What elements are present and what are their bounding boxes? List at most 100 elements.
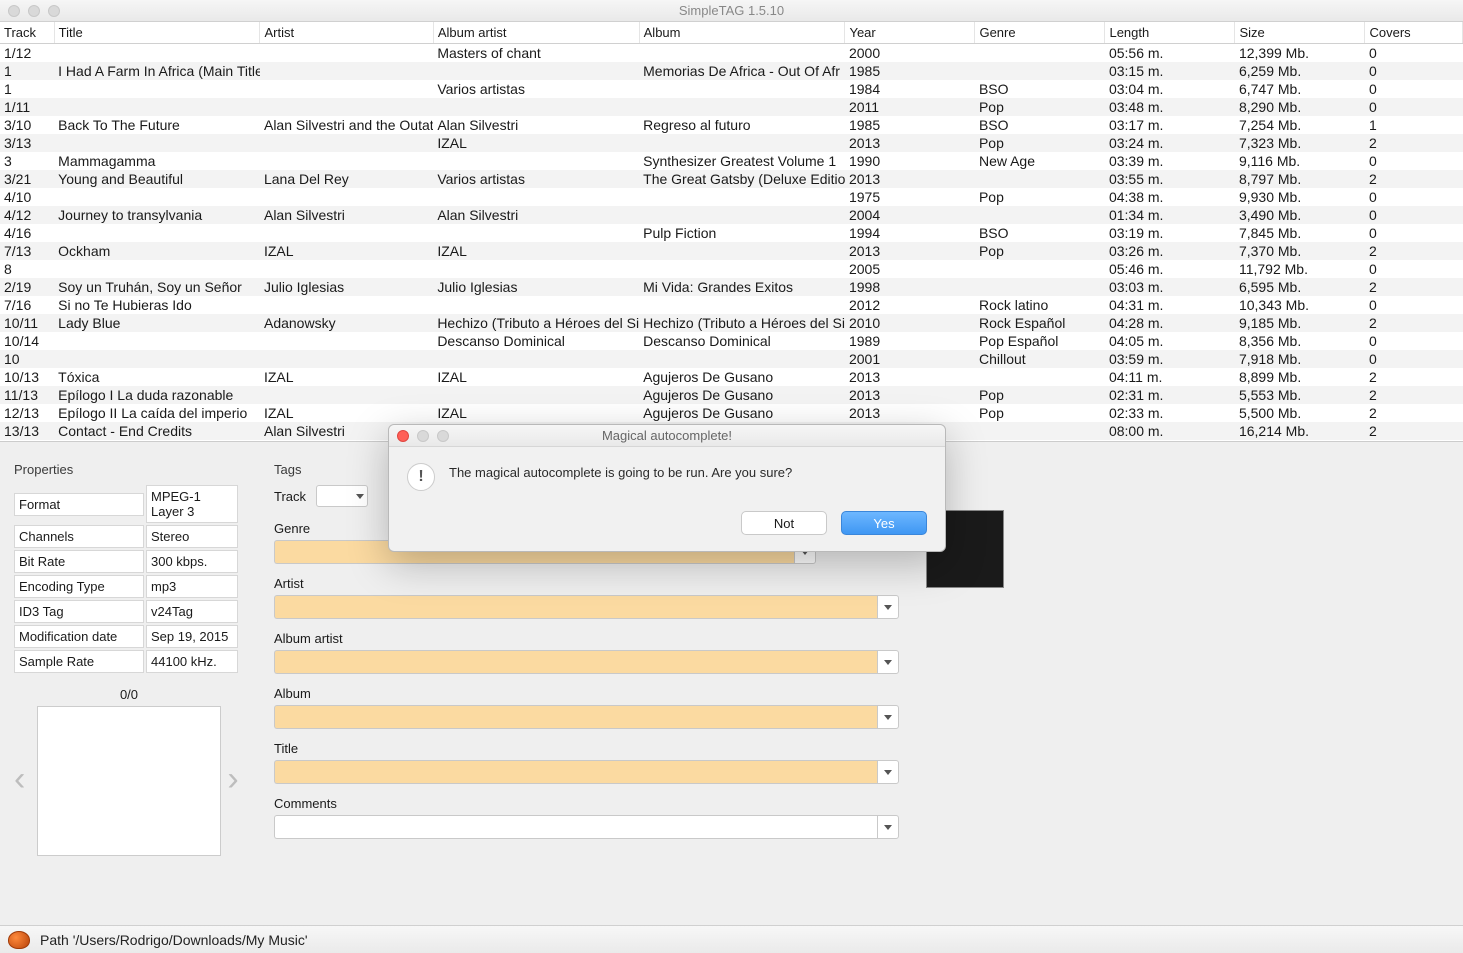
table-cell: 1/11 [0, 98, 54, 116]
chevron-down-icon [884, 660, 892, 665]
table-row[interactable]: 1/112011Pop03:48 m.8,290 Mb.0 [0, 98, 1463, 116]
table-cell [639, 134, 845, 152]
table-cell: 4/10 [0, 188, 54, 206]
table-cell: 11,792 Mb. [1235, 260, 1365, 278]
table-cell: Julio Iglesias [433, 278, 639, 296]
table-cell: 8,797 Mb. [1235, 170, 1365, 188]
table-cell: Ockham [54, 242, 260, 260]
property-key: Format [14, 493, 144, 516]
table-cell [639, 296, 845, 314]
table-row[interactable]: 10/14Descanso DominicalDescanso Dominica… [0, 332, 1463, 350]
table-cell: Regreso al futuro [639, 116, 845, 134]
table-cell: 1975 [845, 188, 975, 206]
album-artist-combo[interactable] [274, 650, 899, 674]
table-cell: 0 [1365, 260, 1463, 278]
table-cell: 9,116 Mb. [1235, 152, 1365, 170]
table-cell: 7/16 [0, 296, 54, 314]
table-cell: 2013 [845, 386, 975, 404]
table-row[interactable]: 3/10Back To The FutureAlan Silvestri and… [0, 116, 1463, 134]
tracks-table[interactable]: TrackTitleArtistAlbum artistAlbumYearGen… [0, 22, 1463, 442]
table-cell [975, 170, 1105, 188]
table-row[interactable]: 4/16Pulp Fiction1994BSO03:19 m.7,845 Mb.… [0, 224, 1463, 242]
table-cell [433, 350, 639, 368]
column-header[interactable]: Album artist [433, 22, 639, 44]
table-cell: 7/13 [0, 242, 54, 260]
table-cell: 2001 [845, 350, 975, 368]
column-header[interactable]: Genre [975, 22, 1105, 44]
table-row[interactable]: 4/12Journey to transylvaniaAlan Silvestr… [0, 206, 1463, 224]
table-cell: 0 [1365, 206, 1463, 224]
table-row[interactable]: 1Varios artistas1984BSO03:04 m.6,747 Mb.… [0, 80, 1463, 98]
table-cell [260, 134, 433, 152]
artwork-counter: 0/0 [14, 687, 244, 702]
table-cell: Pop Español [975, 332, 1105, 350]
table-cell: Epílogo II La caída del imperio [54, 404, 260, 422]
track-combo[interactable] [316, 485, 368, 507]
column-header[interactable]: Length [1105, 22, 1235, 44]
table-cell: Hechizo (Tributo a Héroes del Si [433, 314, 639, 332]
table-row[interactable]: 3MammagammaSynthesizer Greatest Volume 1… [0, 152, 1463, 170]
table-row[interactable]: 10/11Lady BlueAdanowskyHechizo (Tributo … [0, 314, 1463, 332]
album-combo[interactable] [274, 705, 899, 729]
table-cell: 5,553 Mb. [1235, 386, 1365, 404]
property-row: Sample Rate44100 kHz. [14, 650, 244, 673]
table-cell: 8,356 Mb. [1235, 332, 1365, 350]
artwork-box[interactable] [37, 706, 222, 856]
table-row[interactable]: 7/13OckhamIZALIZAL2013Pop03:26 m.7,370 M… [0, 242, 1463, 260]
chevron-down-icon [884, 770, 892, 775]
not-button[interactable]: Not [741, 511, 827, 535]
column-header[interactable]: Track [0, 22, 54, 44]
table-cell: 2011 [845, 98, 975, 116]
table-cell: 2 [1365, 278, 1463, 296]
table-cell [433, 260, 639, 278]
title-combo[interactable] [274, 760, 899, 784]
table-cell: Lana Del Rey [260, 170, 433, 188]
table-cell: 1985 [845, 62, 975, 80]
column-header[interactable]: Year [845, 22, 975, 44]
table-row[interactable]: 10/13TóxicaIZALIZALAgujeros De Gusano201… [0, 368, 1463, 386]
column-header[interactable]: Covers [1365, 22, 1463, 44]
column-header[interactable]: Artist [260, 22, 433, 44]
table-cell: 2013 [845, 170, 975, 188]
artwork-next-chevron-icon[interactable]: › [227, 767, 244, 795]
dialog-title: Magical autocomplete! [389, 428, 945, 443]
table-cell: Alan Silvestri [260, 206, 433, 224]
column-header[interactable]: Size [1235, 22, 1365, 44]
table-cell: 13/13 [0, 422, 54, 440]
property-key: Bit Rate [14, 550, 144, 573]
column-header[interactable]: Title [54, 22, 260, 44]
column-header[interactable]: Album [639, 22, 845, 44]
table-cell [54, 350, 260, 368]
table-cell: New Age [975, 152, 1105, 170]
table-row[interactable]: 1I Had A Farm In Africa (Main Title)Memo… [0, 62, 1463, 80]
artist-combo[interactable] [274, 595, 899, 619]
table-cell [433, 98, 639, 116]
yes-button[interactable]: Yes [841, 511, 927, 535]
table-row[interactable]: 12/13Epílogo II La caída del imperioIZAL… [0, 404, 1463, 422]
track-label: Track [274, 489, 306, 504]
table-row[interactable]: 11/13Epílogo I La duda razonableAgujeros… [0, 386, 1463, 404]
table-cell: IZAL [433, 368, 639, 386]
table-row[interactable]: 1/12Masters of chant200005:56 m.12,399 M… [0, 44, 1463, 63]
table-cell: Mammagamma [54, 152, 260, 170]
table-row[interactable]: 3/13IZAL2013Pop03:24 m.7,323 Mb.2 [0, 134, 1463, 152]
table-cell: 03:55 m. [1105, 170, 1235, 188]
table-cell: 2 [1365, 242, 1463, 260]
table-row[interactable]: 7/16Si no Te Hubieras Ido2012Rock latino… [0, 296, 1463, 314]
table-cell: 0 [1365, 332, 1463, 350]
table-cell: Agujeros De Gusano [639, 368, 845, 386]
table-row[interactable]: 102001Chillout03:59 m.7,918 Mb.0 [0, 350, 1463, 368]
table-cell [433, 386, 639, 404]
table-cell: 6,259 Mb. [1235, 62, 1365, 80]
table-cell: Pop [975, 386, 1105, 404]
artwork-prev-chevron-icon[interactable]: ‹ [14, 767, 31, 795]
table-row[interactable]: 2/19Soy un Truhán, Soy un SeñorJulio Igl… [0, 278, 1463, 296]
table-row[interactable]: 8200505:46 m.11,792 Mb.0 [0, 260, 1463, 278]
table-row[interactable]: 3/21Young and BeautifulLana Del ReyVario… [0, 170, 1463, 188]
table-row[interactable]: 4/101975Pop04:38 m.9,930 Mb.0 [0, 188, 1463, 206]
table-cell: Pop [975, 134, 1105, 152]
table-cell [54, 134, 260, 152]
table-cell: IZAL [260, 242, 433, 260]
comments-combo[interactable] [274, 815, 899, 839]
table-cell [54, 224, 260, 242]
